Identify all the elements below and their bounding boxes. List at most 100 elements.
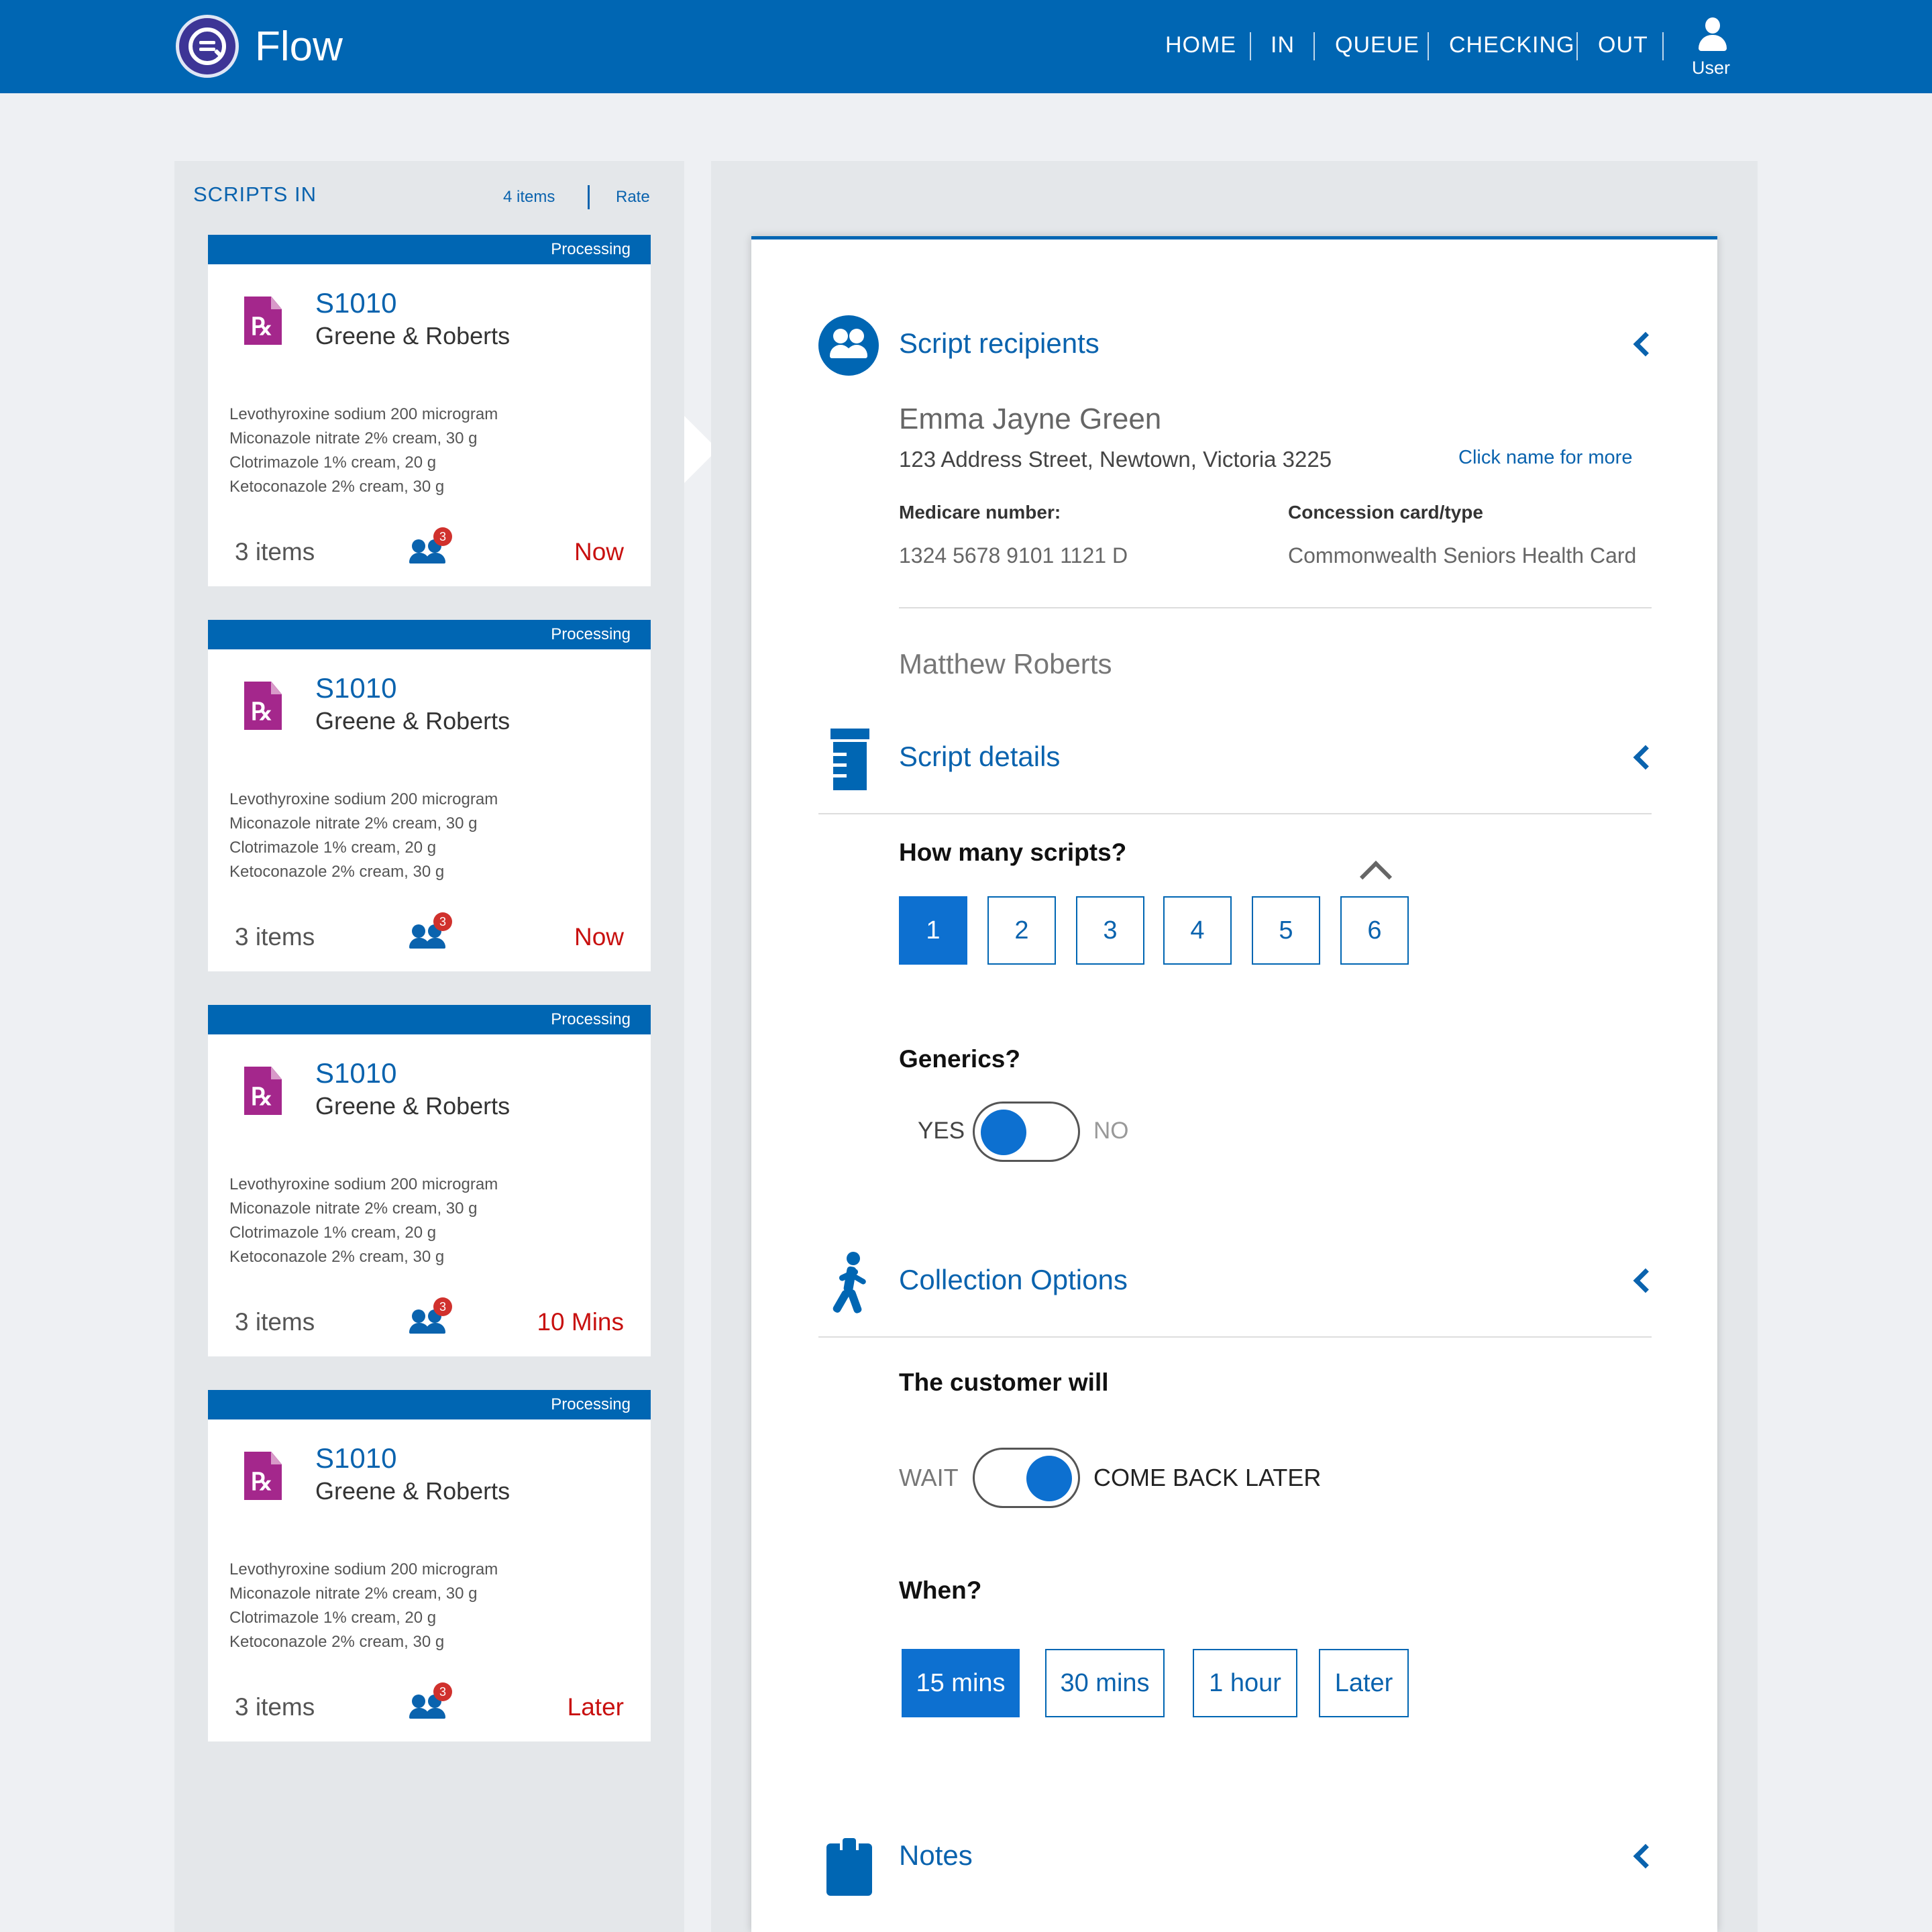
script-card[interactable]: Processing ℞ S1010 Greene & Roberts Levo… [208,235,718,586]
nav-queue[interactable]: QUEUE [1335,32,1419,58]
recipients-icon: 3 [409,1682,452,1723]
recipients-badge: 3 [433,912,452,931]
medication-item: Ketoconazole 2% cream, 30 g [229,1633,445,1651]
medication-item: Clotrimazole 1% cream, 20 g [229,1609,437,1627]
customer-will-label: The customer will [899,1368,1109,1396]
medicare-label: Medicare number: [899,502,1061,523]
generics-toggle[interactable] [973,1102,1080,1162]
recipients-icon: 3 [409,1297,452,1338]
script-count-6-button[interactable]: 6 [1340,896,1409,965]
customer-name: Greene & Roberts [315,707,511,735]
time-15-mins-button[interactable]: 15 mins [902,1649,1020,1717]
time-later-button[interactable]: Later [1319,1649,1409,1717]
recipients-icon: 3 [409,527,452,568]
user-label[interactable]: User [1692,58,1730,78]
pickup-time: Later [567,1693,624,1721]
pickup-time: 10 Mins [537,1308,624,1336]
medication-item: Levothyroxine sodium 200 microgram [229,405,498,423]
customer-name: Greene & Roberts [315,322,511,350]
medication-item: Clotrimazole 1% cream, 20 g [229,1224,437,1242]
scripts-count: 4 items [503,188,555,206]
medication-item: Clotrimazole 1% cream, 20 g [229,453,437,472]
rx-symbol: ℞ [251,698,273,726]
clipboard-icon [826,1835,872,1896]
section-title-details[interactable]: Script details [899,741,1060,773]
script-count-3-button[interactable]: 3 [1076,896,1144,965]
rate-link[interactable]: Rate [616,188,650,207]
rx-symbol: ℞ [251,1468,273,1496]
nav-home[interactable]: HOME [1165,32,1236,58]
more-info-link[interactable]: Click name for more [1458,447,1632,469]
collection-toggle[interactable] [973,1448,1080,1508]
nav-out[interactable]: OUT [1598,32,1648,58]
divider [818,813,1652,814]
script-card[interactable]: Processing ℞ S1010 Greene & Roberts Levo… [208,620,651,971]
nav-checking[interactable]: CHECKING [1449,32,1574,58]
concession-type: Commonwealth Seniors Health Card [1288,543,1637,568]
medication-list: Levothyroxine sodium 200 microgram Micon… [229,788,498,884]
medication-list: Levothyroxine sodium 200 microgram Micon… [229,1173,498,1269]
medication-list: Levothyroxine sodium 200 microgram Micon… [229,1558,498,1654]
status-bar: Processing [208,235,651,264]
recipients-icon: 3 [409,912,452,953]
nav-separator [1428,32,1429,60]
divider [818,1336,1652,1338]
script-count-1-button[interactable]: 1 [899,896,967,965]
pickup-time: Now [574,923,624,951]
nav-in[interactable]: IN [1271,32,1295,58]
script-id: S1010 [315,672,397,704]
walking-person-icon [826,1252,873,1316]
flow-logo-icon[interactable] [176,15,239,78]
nav-separator [1313,32,1315,60]
recipients-badge: 3 [433,1682,452,1701]
medication-item: Miconazole nitrate 2% cream, 30 g [229,1199,478,1218]
medicare-number: 1324 5678 9101 1121 D [899,543,1128,568]
items-count: 3 items [235,1308,315,1336]
nav-separator [1576,32,1578,60]
items-count: 3 items [235,1693,315,1721]
time-30-mins-button[interactable]: 30 mins [1045,1649,1165,1717]
script-count-4-button[interactable]: 4 [1163,896,1232,965]
medication-item: Levothyroxine sodium 200 microgram [229,790,498,808]
concession-label: Concession card/type [1288,502,1483,523]
script-count-5-button[interactable]: 5 [1252,896,1320,965]
status-bar: Processing [208,1005,651,1034]
header-separator [588,185,590,209]
script-id: S1010 [315,287,397,319]
recipients-badge: 3 [433,527,452,546]
script-card[interactable]: Processing ℞ S1010 Greene & Roberts Levo… [208,1005,651,1356]
medication-item: Ketoconazole 2% cream, 30 g [229,1248,445,1266]
script-count-2-button[interactable]: 2 [987,896,1056,965]
recipient-address: 123 Address Street, Newtown, Victoria 32… [899,447,1332,472]
medication-item: Ketoconazole 2% cream, 30 g [229,478,445,496]
pickup-time: Now [574,538,624,566]
user-icon[interactable] [1697,17,1728,52]
rx-symbol: ℞ [251,313,273,341]
scripts-in-title: SCRIPTS IN [193,182,317,206]
come-back-later-label: COME BACK LATER [1093,1464,1322,1491]
section-title-recipients[interactable]: Script recipients [899,327,1099,360]
medication-item: Levothyroxine sodium 200 microgram [229,1560,498,1578]
when-label: When? [899,1576,982,1604]
medication-item: Miconazole nitrate 2% cream, 30 g [229,814,478,833]
medication-item: Miconazole nitrate 2% cream, 30 g [229,429,478,447]
medication-item: Ketoconazole 2% cream, 30 g [229,863,445,881]
items-count: 3 items [235,538,315,566]
medication-item: Miconazole nitrate 2% cream, 30 g [229,1585,478,1603]
items-count: 3 items [235,923,315,951]
status-bar: Processing [208,1390,651,1419]
recipients-badge: 3 [433,1297,452,1316]
medication-item: Clotrimazole 1% cream, 20 g [229,839,437,857]
section-title-notes[interactable]: Notes [899,1839,973,1872]
generics-label: Generics? [899,1045,1020,1073]
generics-yes-label: YES [918,1118,965,1144]
recipient-name-secondary[interactable]: Matthew Roberts [899,648,1112,680]
time-1-hour-button[interactable]: 1 hour [1193,1649,1297,1717]
script-id: S1010 [315,1442,397,1474]
recipient-name-primary[interactable]: Emma Jayne Green [899,402,1161,436]
pill-bottle-icon [830,729,869,790]
section-title-collection[interactable]: Collection Options [899,1264,1128,1296]
script-id: S1010 [315,1057,397,1089]
script-card[interactable]: Processing ℞ S1010 Greene & Roberts Levo… [208,1390,651,1741]
nav-separator [1250,32,1251,60]
